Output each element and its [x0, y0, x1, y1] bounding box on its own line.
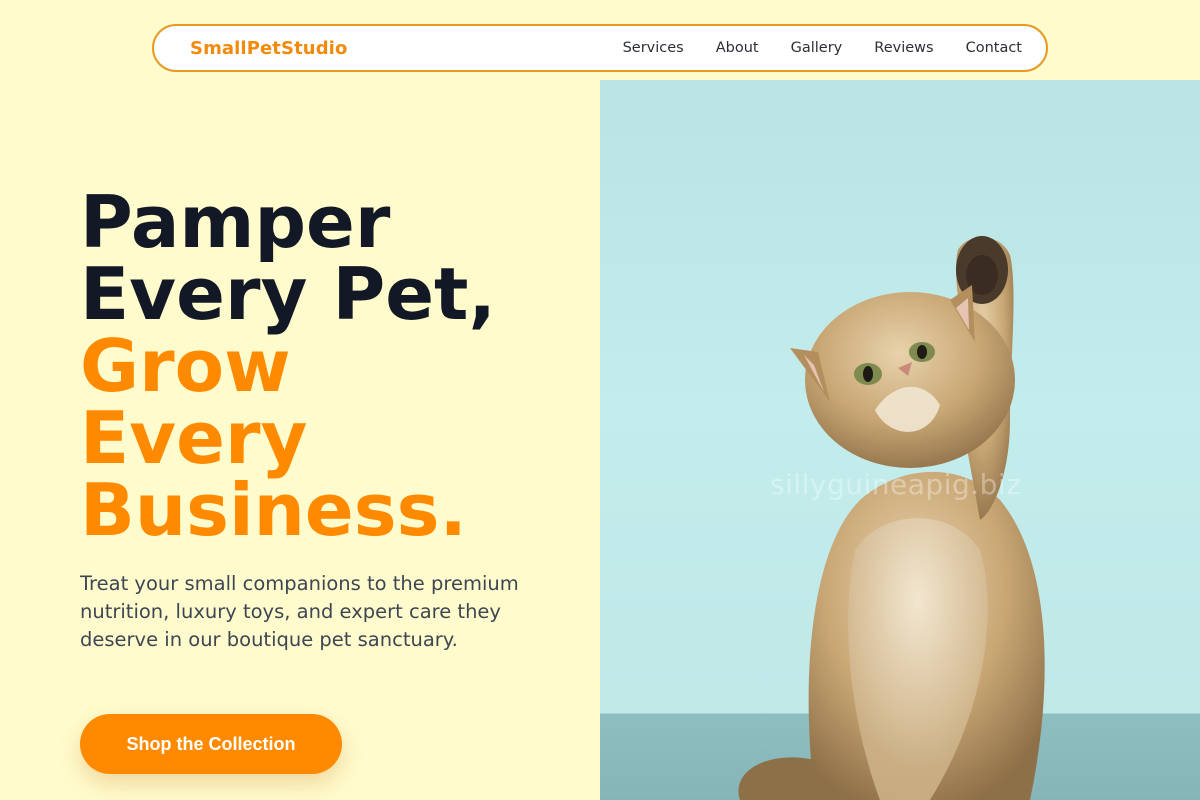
hero-title-accent-line: Business. [80, 468, 467, 552]
nav-link-reviews[interactable]: Reviews [874, 40, 933, 56]
hero-description: Treat your small companions to the premi… [80, 572, 519, 651]
hero-cat-image: sillyguineapig.biz [600, 80, 1200, 800]
nav-link-about[interactable]: About [716, 40, 759, 56]
hero-title-accent-line: Every [80, 396, 308, 480]
nav-link-services[interactable]: Services [623, 40, 684, 56]
hero-title-line: Pamper [80, 180, 391, 264]
nav-links: Services About Gallery Reviews Contact [591, 40, 1022, 56]
brand-logo[interactable]: SmallPetStudio [190, 38, 347, 59]
hero-title-accent-line: Grow [80, 324, 291, 408]
top-navbar: SmallPetStudio Services About Gallery Re… [152, 24, 1048, 72]
kitten-illustration [738, 236, 1045, 800]
shop-collection-button[interactable]: Shop the Collection [80, 714, 342, 774]
nav-link-contact[interactable]: Contact [966, 40, 1022, 56]
hero-title-line: Every Pet, [80, 252, 496, 336]
image-watermark: sillyguineapig.biz [770, 468, 1022, 501]
nav-link-gallery[interactable]: Gallery [791, 40, 843, 56]
hero-title: Pamper Every Pet, Grow Every Business. [80, 186, 600, 546]
